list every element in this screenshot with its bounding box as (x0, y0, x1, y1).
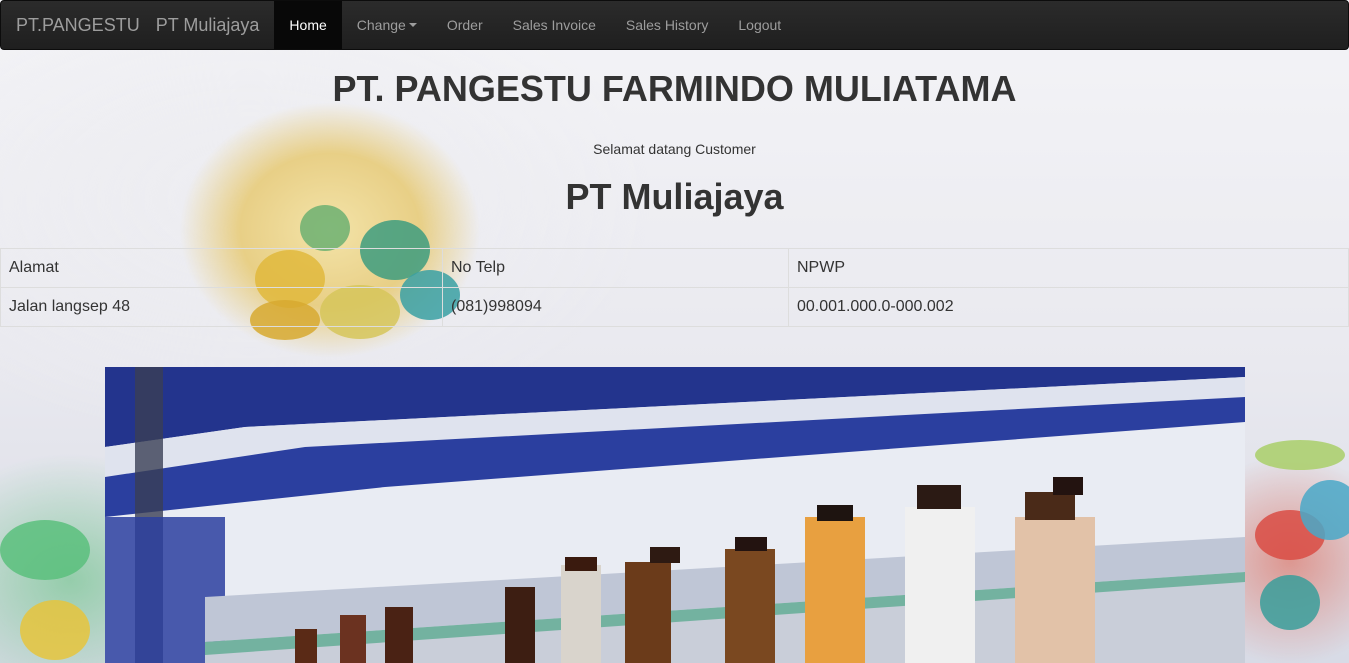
nav-item-order[interactable]: Order (432, 1, 498, 49)
nav-change-label[interactable]: Change (357, 17, 406, 33)
header-npwp: NPWP (788, 248, 1349, 288)
company-name: PT Muliajaya (565, 176, 784, 217)
table-header-row: Alamat No Telp NPWP (0, 248, 1349, 288)
caret-down-icon[interactable] (408, 23, 417, 27)
nav-home-label[interactable]: Home (289, 17, 326, 33)
nav-item-sales-history[interactable]: Sales History (611, 1, 723, 49)
top-navbar: PT.PANGESTU PT Muliajaya Home Change Ord… (0, 0, 1349, 50)
nav-menu: Home Change Order Sales Invoice Sales Hi… (274, 1, 796, 49)
cell-alamat: Jalan langsep 48 (0, 287, 443, 327)
navbar-brand[interactable]: PT.PANGESTU PT Muliajaya (1, 1, 274, 49)
welcome-text: Selamat datang Customer (593, 141, 756, 157)
nav-item-logout[interactable]: Logout (723, 1, 796, 49)
company-info-table: Alamat No Telp NPWP Jalan langsep 48 (08… (0, 248, 1349, 327)
bg-pill (0, 520, 90, 580)
bg-pill (20, 600, 90, 660)
nav-logout-label[interactable]: Logout (738, 17, 781, 33)
pharmacy-shelf-photo (105, 367, 1245, 663)
cell-no-telp: (081)998094 (442, 287, 789, 327)
brand-label[interactable]: PT.PANGESTU (16, 15, 140, 36)
nav-sales-history-label[interactable]: Sales History (626, 17, 708, 33)
header-alamat: Alamat (0, 248, 443, 288)
bg-pill (1260, 575, 1320, 630)
nav-item-sales-invoice[interactable]: Sales Invoice (498, 1, 611, 49)
bg-pill (1255, 440, 1345, 470)
page-title: PT. PANGESTU FARMINDO MULIATAMA (332, 68, 1017, 109)
nav-order-label[interactable]: Order (447, 17, 483, 33)
nav-item-change[interactable]: Change (342, 1, 432, 49)
brand-company[interactable]: PT Muliajaya (156, 15, 260, 36)
header-no-telp: No Telp (442, 248, 789, 288)
cell-npwp: 00.001.000.0-000.002 (788, 287, 1349, 327)
pharmacy-shelf-illustration (105, 367, 1245, 663)
nav-item-home[interactable]: Home (274, 1, 342, 49)
table-row: Jalan langsep 48 (081)998094 00.001.000.… (0, 287, 1349, 327)
nav-sales-invoice-label[interactable]: Sales Invoice (513, 17, 596, 33)
